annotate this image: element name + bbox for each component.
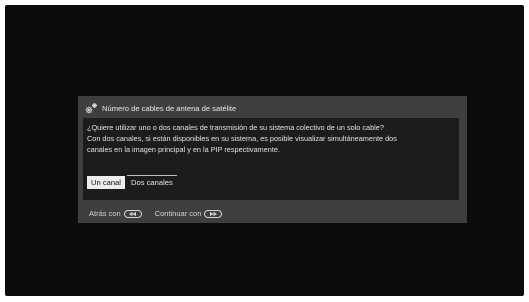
fast-forward-key-icon <box>204 209 223 218</box>
dialog-footer: Atrás con Continuar con <box>89 208 223 219</box>
dialog-title: Número de cables de antena de satélite <box>102 103 237 113</box>
tv-screen: Número de cables de antena de satélite ¿… <box>5 5 524 296</box>
dialog-content-panel: ¿Quiere utilizar uno o dos canales de tr… <box>83 118 459 200</box>
channel-options: Un canal Dos canales <box>87 175 177 189</box>
dialog-message: ¿Quiere utilizar uno o dos canales de tr… <box>87 122 457 155</box>
rewind-key-icon <box>123 209 142 218</box>
continue-label: Continuar con <box>154 209 202 218</box>
dialog-header: Número de cables de antena de satélite <box>84 101 236 115</box>
message-line-3: canales en la imagen principal y en la P… <box>87 145 280 154</box>
continue-hint[interactable]: Continuar con <box>155 209 223 218</box>
satellite-cable-dialog: Número de cables de antena de satélite ¿… <box>78 96 467 223</box>
back-hint[interactable]: Atrás con <box>89 209 142 218</box>
option-one-channel[interactable]: Un canal <box>87 176 125 189</box>
gear-icon <box>85 102 97 113</box>
message-line-1: ¿Quiere utilizar uno o dos canales de tr… <box>87 123 384 132</box>
message-line-2: Con dos canales, si están disponibles en… <box>87 134 397 143</box>
option-two-channels[interactable]: Dos canales <box>126 175 177 189</box>
back-label: Atrás con <box>89 209 121 218</box>
